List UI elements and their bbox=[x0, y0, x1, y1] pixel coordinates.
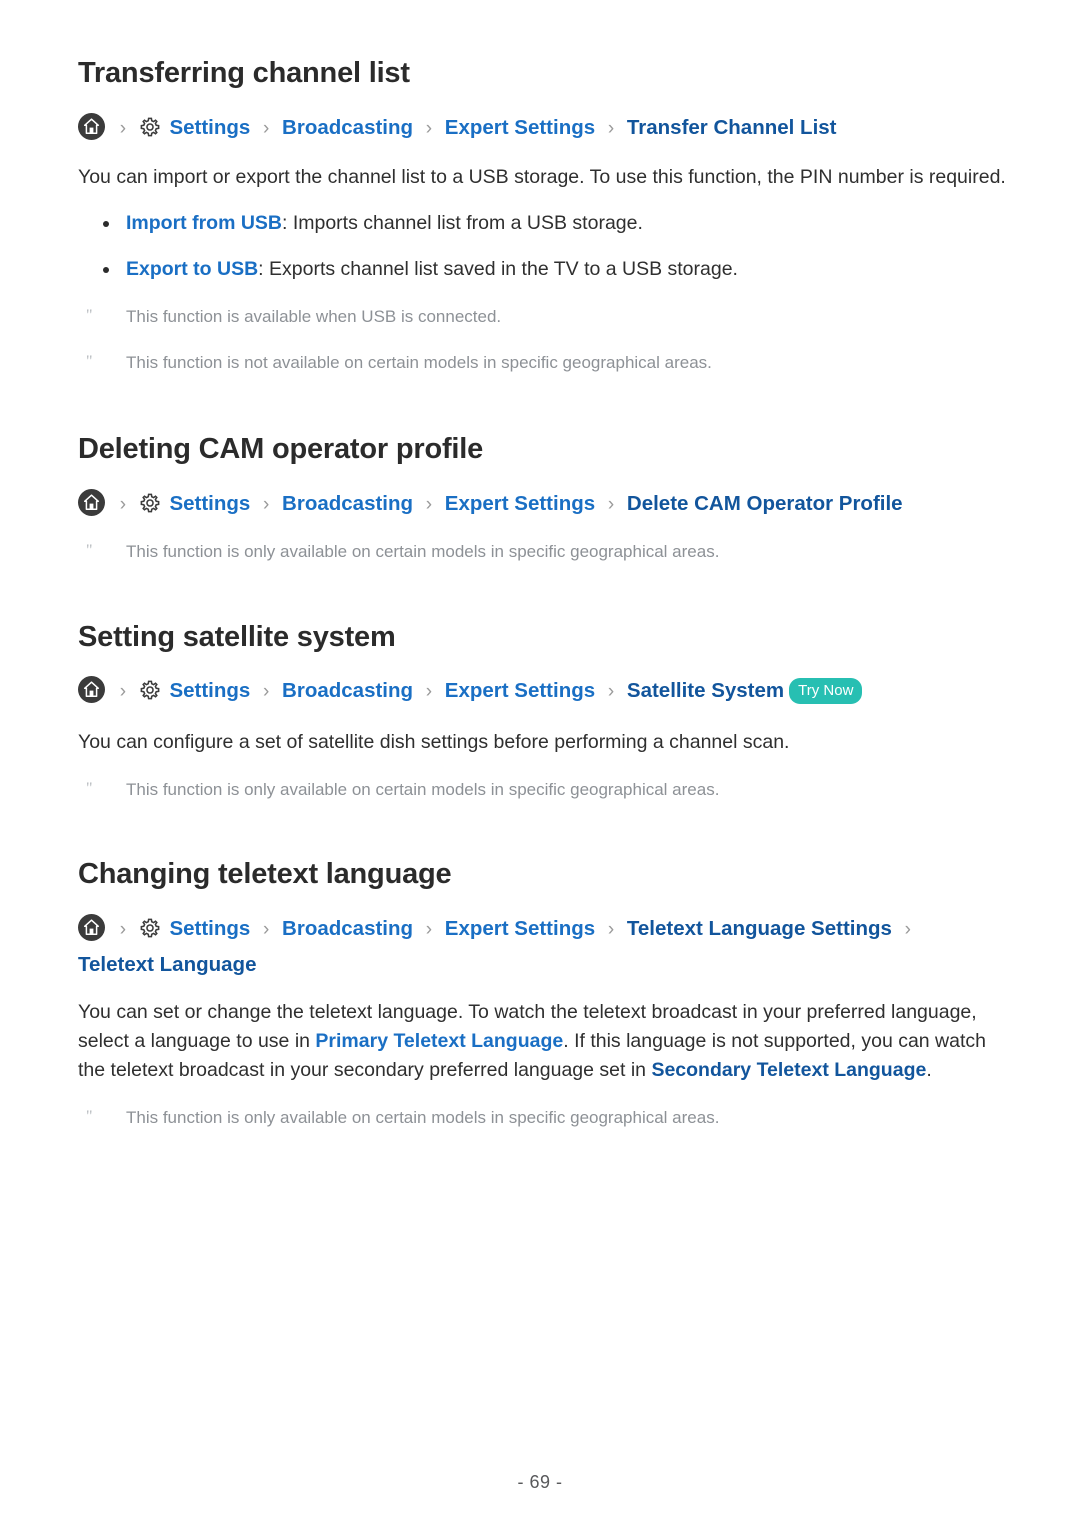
note-mark-icon: " bbox=[86, 306, 93, 324]
note-group: " This function is only available on cer… bbox=[78, 777, 1008, 803]
breadcrumb-separator: › bbox=[425, 117, 433, 139]
breadcrumb-item-expert-settings[interactable]: Expert Settings bbox=[445, 679, 595, 702]
breadcrumb-separator: › bbox=[263, 493, 270, 515]
note-mark-icon: " bbox=[86, 541, 93, 559]
breadcrumb-item-teletext-language-settings[interactable]: Teletext Language Settings bbox=[627, 917, 892, 940]
home-icon[interactable] bbox=[78, 676, 105, 712]
gear-icon[interactable] bbox=[139, 116, 161, 147]
breadcrumb-item-expert-settings[interactable]: Expert Settings bbox=[445, 917, 595, 940]
breadcrumb-separator: › bbox=[263, 681, 270, 703]
bullet-term-export-to-usb[interactable]: Export to USB bbox=[126, 258, 258, 280]
list-item: Export to USB: Exports channel list save… bbox=[78, 255, 1008, 284]
link-secondary-teletext-language[interactable]: Secondary Teletext Language bbox=[651, 1059, 926, 1081]
try-now-badge[interactable]: Try Now bbox=[789, 678, 863, 705]
breadcrumb-separator: › bbox=[607, 493, 615, 515]
breadcrumb: › Settings › Broadcasting › Expert Setti… bbox=[78, 112, 1008, 149]
gear-icon[interactable] bbox=[139, 917, 161, 948]
breadcrumb-item-settings[interactable]: Settings bbox=[169, 492, 250, 515]
breadcrumb-separator: › bbox=[425, 493, 433, 515]
note: " This function is only available on cer… bbox=[78, 1105, 1008, 1131]
note-mark-icon: " bbox=[86, 352, 93, 370]
page-title: Setting satellite system bbox=[78, 620, 396, 653]
breadcrumb-separator: › bbox=[119, 493, 127, 515]
breadcrumb: › Settings › Broadcasting › Expert Setti… bbox=[78, 914, 1008, 980]
body-paragraph: You can configure a set of satellite dis… bbox=[78, 731, 790, 754]
gear-icon[interactable] bbox=[139, 492, 161, 523]
paragraph-part-3: . bbox=[926, 1059, 932, 1082]
breadcrumb-item-settings[interactable]: Settings bbox=[169, 679, 250, 702]
gear-icon[interactable] bbox=[139, 679, 161, 710]
breadcrumb-separator: › bbox=[607, 919, 615, 941]
note: " This function is only available on cer… bbox=[78, 777, 1008, 803]
body-paragraph-rich: You can set or change the teletext langu… bbox=[78, 998, 1008, 1085]
link-primary-teletext-language[interactable]: Primary Teletext Language bbox=[315, 1030, 563, 1052]
breadcrumb-item-expert-settings[interactable]: Expert Settings bbox=[445, 492, 595, 515]
breadcrumb-item-transfer-channel-list[interactable]: Transfer Channel List bbox=[627, 116, 837, 139]
breadcrumb-separator: › bbox=[263, 919, 270, 941]
breadcrumb-item-teletext-language[interactable]: Teletext Language bbox=[78, 953, 256, 976]
breadcrumb-item-satellite-system[interactable]: Satellite System bbox=[627, 679, 784, 702]
home-icon[interactable] bbox=[78, 112, 105, 149]
note-group: " This function is available when USB is… bbox=[78, 304, 1008, 376]
note-mark-icon: " bbox=[86, 780, 93, 798]
page-title: Changing teletext language bbox=[78, 858, 452, 891]
note: " This function is only available on cer… bbox=[78, 539, 1008, 565]
breadcrumb-separator: › bbox=[607, 681, 615, 703]
breadcrumb-item-settings[interactable]: Settings bbox=[169, 116, 250, 139]
list-item: Import from USB: Imports channel list fr… bbox=[78, 209, 1008, 238]
note-text: This function is not available on certai… bbox=[126, 352, 712, 372]
breadcrumb-item-broadcasting[interactable]: Broadcasting bbox=[282, 116, 413, 139]
manual-page: Transferring channel list › Settings › B… bbox=[0, 0, 1080, 1527]
page-number: - 69 - bbox=[517, 1472, 563, 1492]
note-text: This function is only available on certa… bbox=[126, 541, 720, 561]
note-group: " This function is only available on cer… bbox=[78, 1105, 1008, 1131]
note-mark-icon: " bbox=[86, 1108, 93, 1126]
note: " This function is available when USB is… bbox=[78, 304, 1008, 330]
body-paragraph: You can import or export the channel lis… bbox=[78, 165, 1006, 188]
breadcrumb-separator: › bbox=[263, 117, 270, 139]
section-setting-satellite-system: Setting satellite system › Settings › Br… bbox=[78, 565, 1008, 804]
note-group: " This function is only available on cer… bbox=[78, 539, 1008, 565]
bullet-term-import-from-usb[interactable]: Import from USB bbox=[126, 212, 282, 234]
home-icon[interactable] bbox=[78, 488, 105, 525]
section-changing-teletext-language: Changing teletext language › Settings › … bbox=[78, 803, 1008, 1131]
breadcrumb-separator: › bbox=[425, 681, 433, 703]
home-icon[interactable] bbox=[78, 914, 105, 950]
note-text: This function is available when USB is c… bbox=[126, 306, 502, 326]
breadcrumb-item-broadcasting[interactable]: Broadcasting bbox=[282, 679, 413, 702]
note: " This function is not available on cert… bbox=[78, 350, 1008, 376]
breadcrumb-item-settings[interactable]: Settings bbox=[169, 917, 250, 940]
breadcrumb: › Settings › Broadcasting › Expert Setti… bbox=[78, 676, 1008, 712]
breadcrumb-item-broadcasting[interactable]: Broadcasting bbox=[282, 917, 413, 940]
page-title: Deleting CAM operator profile bbox=[78, 432, 484, 465]
breadcrumb-item-delete-cam-operator-profile[interactable]: Delete CAM Operator Profile bbox=[627, 492, 903, 515]
breadcrumb-separator: › bbox=[425, 919, 433, 941]
breadcrumb-separator: › bbox=[119, 681, 127, 703]
section-transferring-channel-list: Transferring channel list › Settings › B… bbox=[78, 52, 1008, 376]
section-deleting-cam-operator-profile: Deleting CAM operator profile › Settings… bbox=[78, 376, 1008, 565]
breadcrumb: › Settings › Broadcasting › Expert Setti… bbox=[78, 488, 1008, 525]
breadcrumb-item-broadcasting[interactable]: Broadcasting bbox=[282, 492, 413, 515]
note-text: This function is only available on certa… bbox=[126, 1108, 720, 1128]
page-title: Transferring channel list bbox=[78, 57, 410, 89]
note-text: This function is only available on certa… bbox=[126, 780, 720, 800]
bullet-description: : Exports channel list saved in the TV t… bbox=[258, 257, 738, 280]
bullet-list: Import from USB: Imports channel list fr… bbox=[78, 209, 1008, 284]
breadcrumb-separator: › bbox=[119, 117, 127, 139]
breadcrumb-separator: › bbox=[119, 919, 127, 941]
bullet-description: : Imports channel list from a USB storag… bbox=[282, 211, 643, 234]
breadcrumb-separator: › bbox=[607, 117, 615, 139]
breadcrumb-separator: › bbox=[904, 919, 911, 941]
breadcrumb-item-expert-settings[interactable]: Expert Settings bbox=[445, 116, 595, 139]
